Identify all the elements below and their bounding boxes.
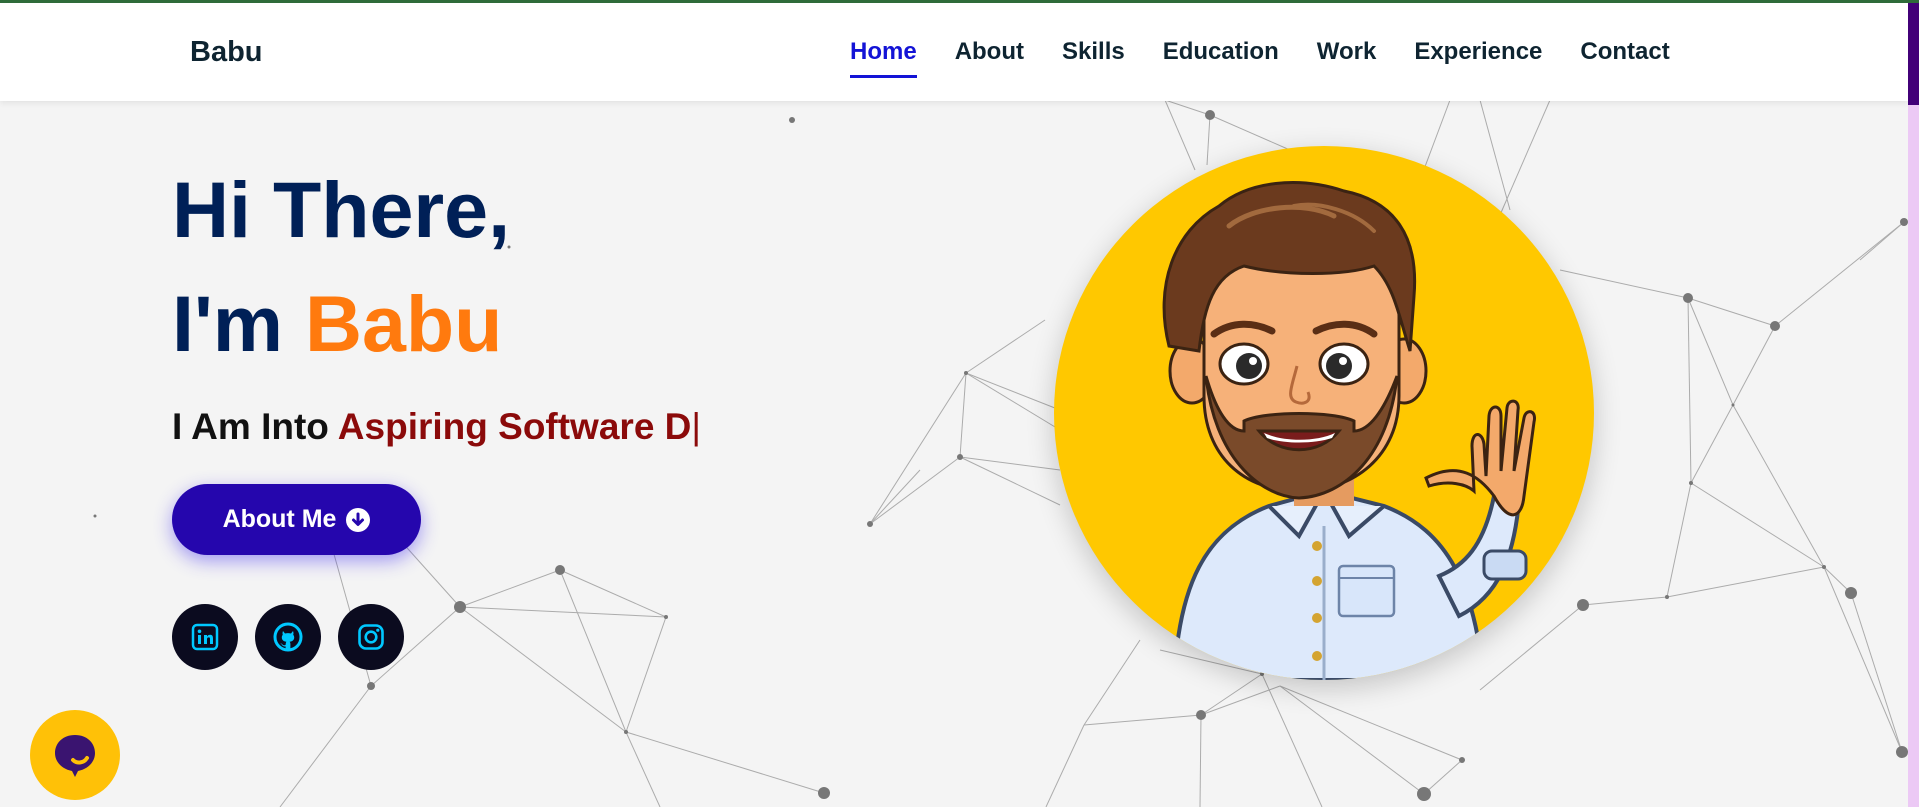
tagline-prefix: I Am Into	[172, 406, 338, 447]
nav-item-about[interactable]: About	[955, 38, 1024, 72]
chat-bubble-icon	[55, 735, 95, 777]
linkedin-link[interactable]	[172, 604, 238, 670]
site-header: Babu Home About Skills Education Work Ex…	[0, 3, 1908, 101]
hero-greeting: Hi There,	[172, 165, 511, 254]
nav-item-contact[interactable]: Contact	[1580, 38, 1669, 72]
hero-name: Babu	[304, 279, 503, 368]
hero-section: Hi There, I'm Babu I Am Into Aspiring So…	[172, 165, 701, 670]
page: Babu Home About Skills Education Work Ex…	[0, 0, 1919, 807]
typed-text: Aspiring Software D	[337, 406, 692, 447]
nav-item-work[interactable]: Work	[1317, 38, 1377, 72]
typing-cursor: |	[691, 406, 702, 447]
github-link[interactable]	[255, 604, 321, 670]
nav-item-experience[interactable]: Experience	[1414, 38, 1542, 72]
bitmoji-avatar-image	[1162, 181, 1537, 680]
nav-item-skills[interactable]: Skills	[1062, 38, 1125, 72]
social-links	[172, 604, 404, 670]
about-me-button-label: About Me	[222, 505, 337, 533]
scrollbar-thumb[interactable]	[1908, 0, 1919, 105]
chat-widget-button[interactable]	[30, 710, 120, 800]
about-me-button[interactable]: About Me	[172, 484, 421, 555]
top-accent-line	[0, 0, 1919, 3]
particle-network-background	[93, 99, 1908, 807]
profile-avatar	[1054, 146, 1594, 680]
nav-item-home[interactable]: Home	[850, 38, 917, 78]
arrow-circle-down-icon	[346, 507, 371, 532]
instagram-link[interactable]	[338, 604, 404, 670]
hero-tagline: I Am Into Aspiring Software D|	[172, 406, 701, 448]
brand-logo[interactable]: Babu	[190, 36, 263, 69]
nav-item-education[interactable]: Education	[1163, 38, 1279, 72]
main-nav: Home About Skills Education Work Experie…	[850, 38, 1708, 78]
hero-intro-prefix: I'm	[172, 279, 305, 368]
hero-intro: I'm Babu	[172, 284, 502, 363]
page-scrollbar[interactable]	[1908, 0, 1919, 807]
linkedin-icon	[191, 623, 219, 651]
github-icon	[273, 622, 303, 652]
instagram-icon	[358, 624, 384, 650]
